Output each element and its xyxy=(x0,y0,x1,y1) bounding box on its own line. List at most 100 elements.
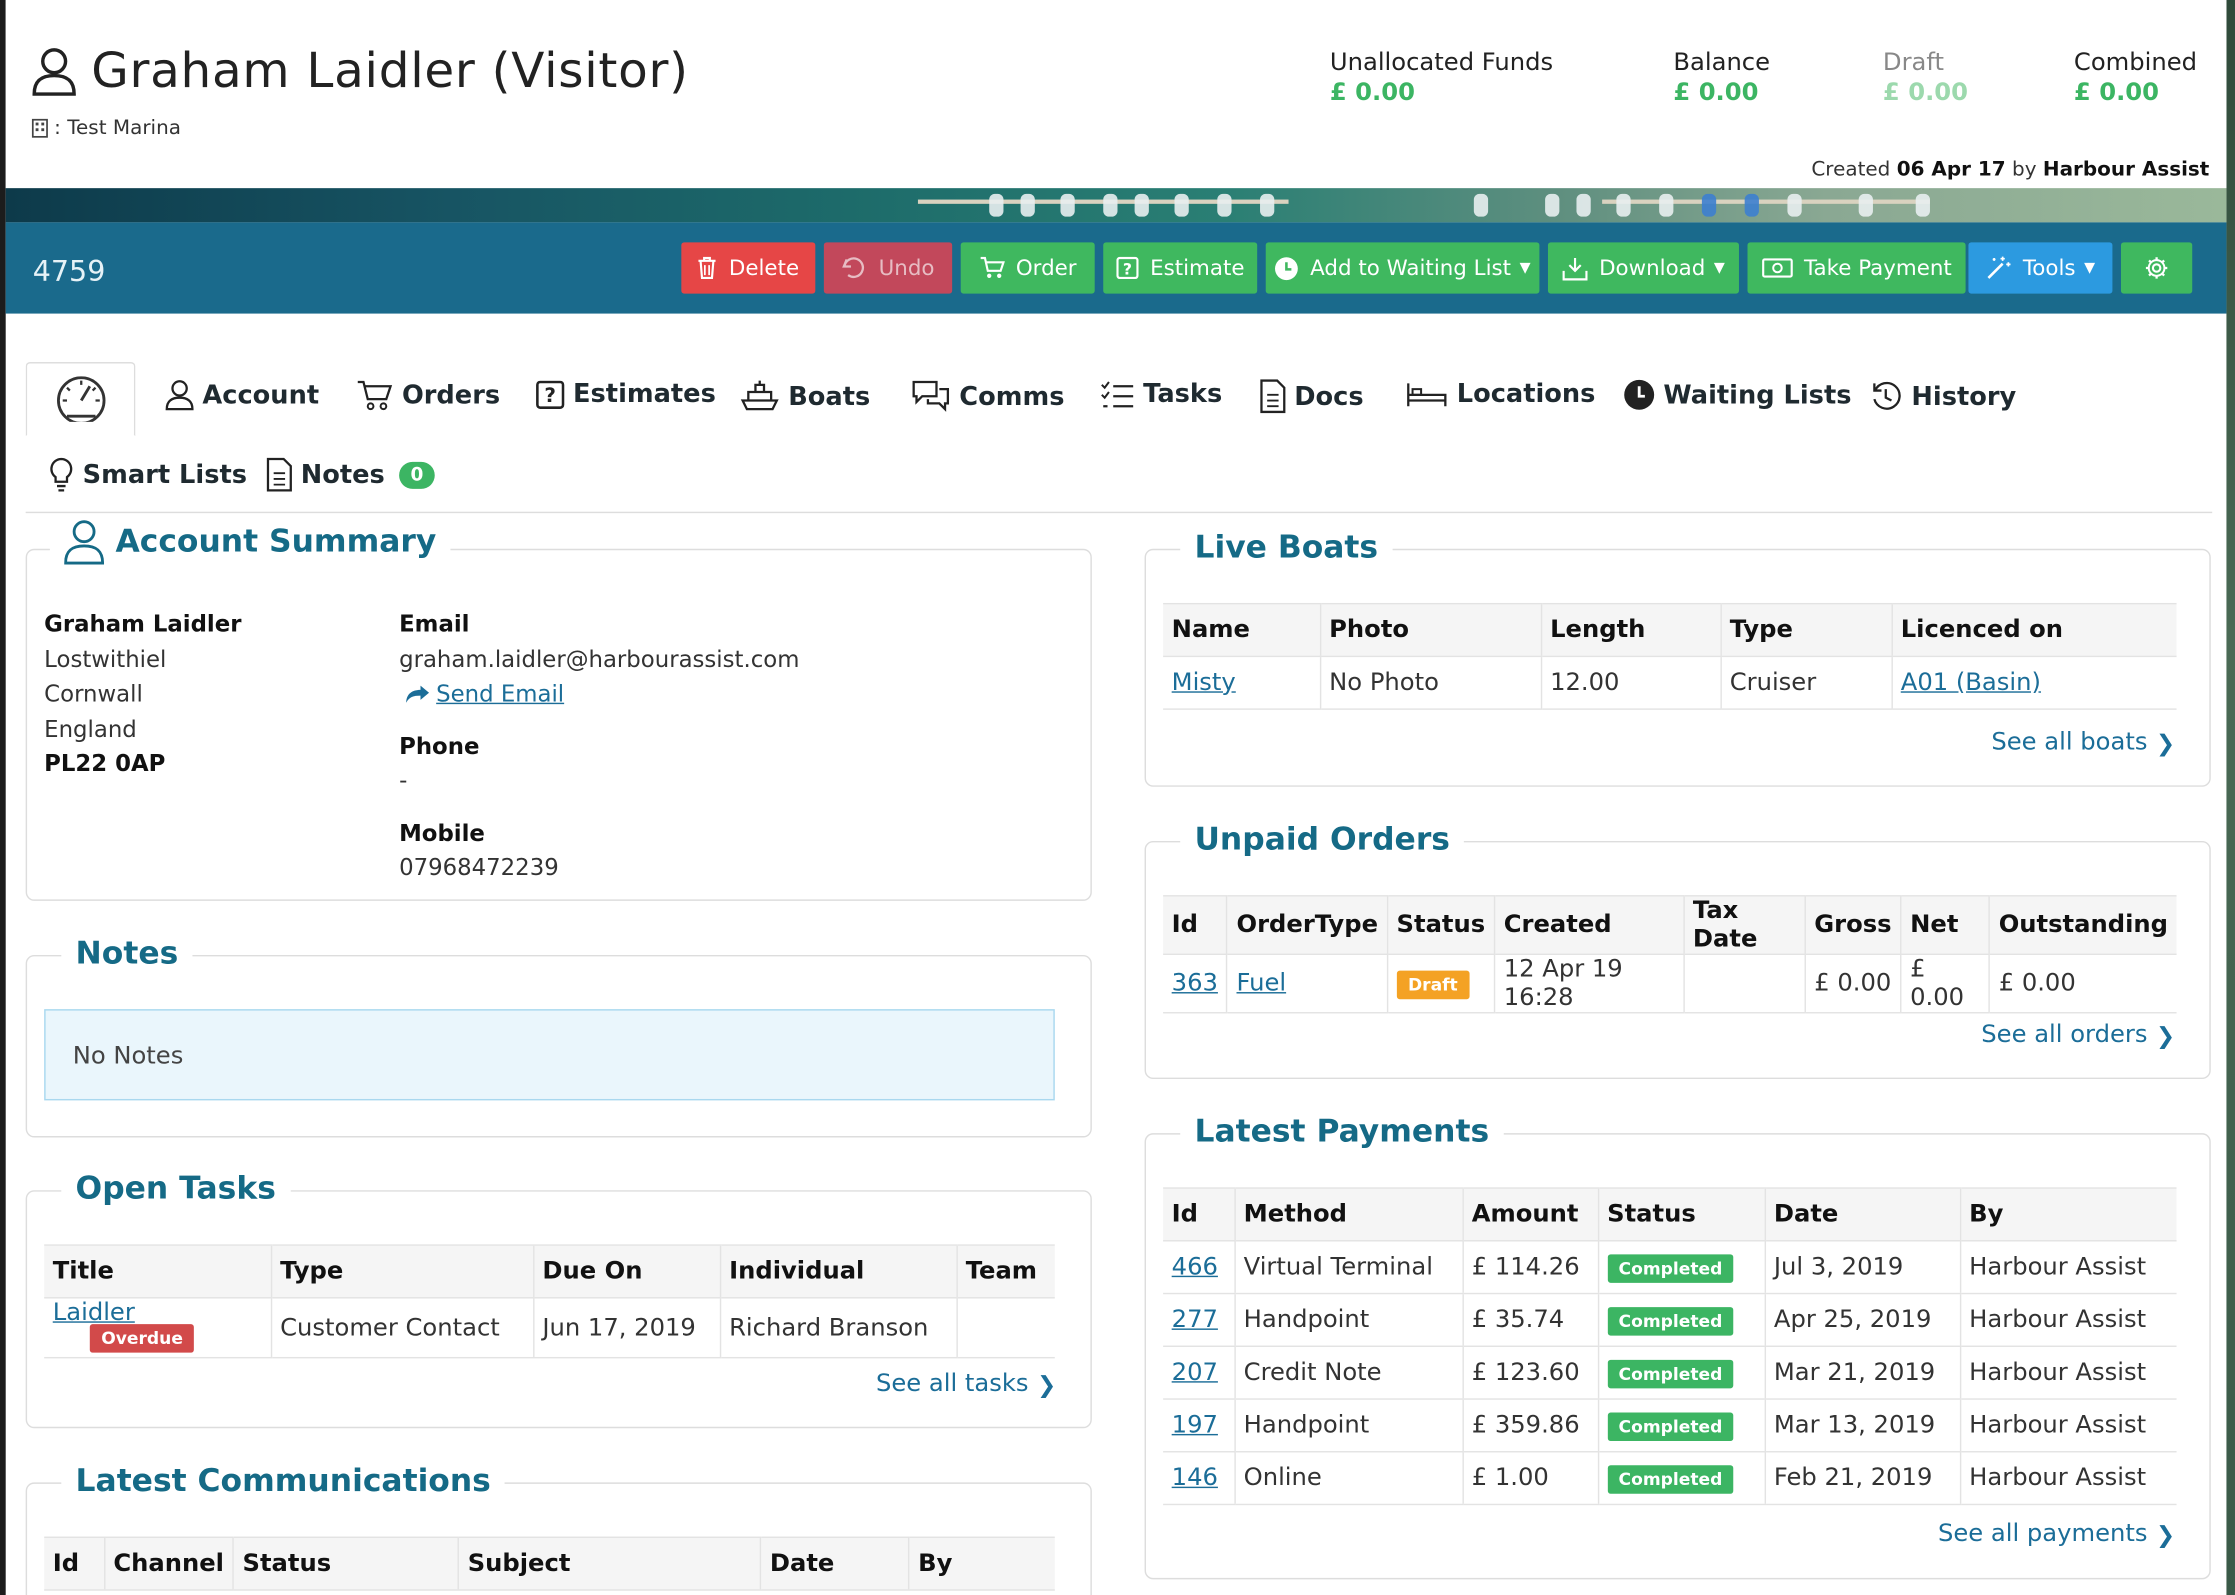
tab-label: Notes xyxy=(300,459,385,490)
tab-history[interactable]: History xyxy=(1869,379,2017,413)
panel-title-text: Latest Payments xyxy=(1194,1114,1490,1151)
tab-comms[interactable]: Comms xyxy=(911,379,1064,413)
share-arrow-icon xyxy=(406,685,430,704)
table-row: 207 Credit Note £ 123.60 Completed Mar 2… xyxy=(1163,1346,2177,1400)
delete-button[interactable]: Delete xyxy=(681,242,816,294)
latest-payments-title: Latest Payments xyxy=(1180,1114,1504,1151)
estimate-label: Estimate xyxy=(1150,255,1245,281)
order-id-link[interactable]: 363 xyxy=(1172,969,1218,998)
bed-icon xyxy=(1407,382,1447,406)
tab-account[interactable]: Account xyxy=(165,379,320,411)
created-by: Harbour Assist xyxy=(2042,158,2210,182)
boat-photo: No Photo xyxy=(1319,656,1541,710)
payment-by: Harbour Assist xyxy=(1959,1399,2177,1453)
tab-label: Estimates xyxy=(573,379,716,410)
tab-label: History xyxy=(1911,381,2017,412)
table-row: LaidlerOverdue Customer Contact Jun 17, … xyxy=(44,1297,1055,1359)
payment-id-link[interactable]: 466 xyxy=(1172,1253,1218,1282)
tab-waiting-lists[interactable]: Waiting Lists xyxy=(1624,379,1852,410)
table-row: Misty No Photo 12.00 Cruiser A01 (Basin) xyxy=(1163,656,2177,710)
tab-tasks[interactable]: Tasks xyxy=(1100,379,1222,409)
dashboard-gauge-icon xyxy=(56,376,105,422)
tab-divider xyxy=(25,511,2213,514)
order-type-link[interactable]: Fuel xyxy=(1236,969,1286,998)
table-header-row: Id Method Amount Status Date By xyxy=(1163,1187,2177,1242)
see-all-payments-link[interactable]: See all payments ❯ xyxy=(1938,1519,2175,1548)
open-tasks-panel: Open Tasks Title Type Due On Individual … xyxy=(25,1171,1092,1429)
take-payment-button[interactable]: Take Payment xyxy=(1747,242,1966,294)
tab-notes[interactable]: Notes 0 xyxy=(266,457,435,492)
payment-date: Feb 21, 2019 xyxy=(1763,1451,1960,1506)
column-header: By xyxy=(1959,1187,2177,1242)
address-line: England xyxy=(44,714,137,742)
table-header-row: Id OrderType Status Created Tax Date Gro… xyxy=(1163,895,2177,956)
mobile-label: Mobile xyxy=(399,818,485,846)
payment-id-link[interactable]: 197 xyxy=(1172,1411,1218,1440)
tab-label: Smart Lists xyxy=(82,459,248,490)
task-type: Customer Contact xyxy=(270,1297,534,1359)
communications-table: Id Channel Status Subject Date By xyxy=(44,1536,1055,1591)
status-badge: Completed xyxy=(1607,1464,1734,1494)
ship-icon xyxy=(740,380,779,411)
download-label: Download xyxy=(1599,255,1706,281)
panel-title-text: Unpaid Orders xyxy=(1194,822,1450,859)
tab-label: Account xyxy=(202,379,320,410)
order-button[interactable]: Order xyxy=(960,242,1095,294)
unpaid-orders-title: Unpaid Orders xyxy=(1180,822,1465,859)
latest-communications-panel: Latest Communications Id Channel Status … xyxy=(25,1463,1092,1595)
tab-dashboard[interactable] xyxy=(25,362,136,437)
payment-amount: £ 35.74 xyxy=(1461,1293,1598,1347)
tab-estimates[interactable]: ? Estimates xyxy=(536,379,716,409)
column-header: Photo xyxy=(1319,602,1541,658)
table-row: 466 Virtual Terminal £ 114.26 Completed … xyxy=(1163,1240,2177,1295)
link-text: See all payments xyxy=(1937,1519,2148,1548)
payment-id-link[interactable]: 146 xyxy=(1172,1464,1218,1493)
payment-id-link[interactable]: 277 xyxy=(1172,1306,1218,1335)
document-icon xyxy=(1260,379,1286,414)
chevron-right-icon: ❯ xyxy=(2156,729,2176,757)
column-header: Status xyxy=(1597,1187,1765,1242)
column-header: Id xyxy=(1163,1187,1235,1242)
account-summary-title: Account Summary xyxy=(49,518,451,565)
page-title: Graham Laidler (Visitor) xyxy=(91,42,689,100)
table-row: 197 Handpoint £ 359.86 Completed Mar 13,… xyxy=(1163,1399,2177,1453)
tab-boats[interactable]: Boats xyxy=(740,379,870,413)
tab-locations[interactable]: Locations xyxy=(1405,379,1595,409)
record-toolbar: 4759 Delete Undo Order ? Estimate Add to… xyxy=(5,222,2227,314)
see-all-boats-link[interactable]: See all boats ❯ xyxy=(1991,728,2175,757)
status-badge: Draft xyxy=(1396,969,1470,999)
column-header: Type xyxy=(270,1244,534,1299)
tab-orders[interactable]: Orders xyxy=(356,379,500,411)
payment-amount: £ 114.26 xyxy=(1461,1240,1598,1295)
undo-icon xyxy=(842,257,865,279)
download-button[interactable]: Download ▼ xyxy=(1547,242,1739,294)
column-header: OrderType xyxy=(1226,895,1388,956)
see-all-orders-link[interactable]: See all orders ❯ xyxy=(1981,1021,2175,1050)
boat-name-link[interactable]: Misty xyxy=(1172,669,1236,698)
status-badge: Completed xyxy=(1607,1306,1734,1335)
column-header: Status xyxy=(232,1536,459,1591)
column-header: Method xyxy=(1233,1187,1463,1242)
estimate-button[interactable]: ? Estimate xyxy=(1103,242,1258,294)
see-all-tasks-link[interactable]: See all tasks ❯ xyxy=(876,1370,1056,1399)
tools-button[interactable]: Tools ▼ xyxy=(1968,242,2113,294)
tab-docs[interactable]: Docs xyxy=(1260,379,1364,414)
licence-location-link[interactable]: A01 (Basin) xyxy=(1901,669,2041,698)
user-icon xyxy=(165,380,194,411)
column-header: Team xyxy=(955,1244,1055,1299)
undo-button[interactable]: Undo xyxy=(823,242,953,294)
customer-name: Graham Laidler xyxy=(44,610,242,638)
live-boats-title: Live Boats xyxy=(1180,530,1393,566)
add-to-waiting-list-button[interactable]: Add to Waiting List ▼ xyxy=(1265,242,1540,294)
column-header: Date xyxy=(1763,1187,1960,1242)
tab-smart-lists[interactable]: Smart Lists xyxy=(48,457,248,492)
fund-unallocated: Unallocated Funds £ 0.00 xyxy=(1330,48,1553,106)
payment-method: Virtual Terminal xyxy=(1233,1240,1463,1295)
send-email-link[interactable]: Send Email xyxy=(399,677,799,712)
marina-label: : Test Marina xyxy=(54,116,181,140)
payment-id-link[interactable]: 207 xyxy=(1172,1358,1218,1387)
marina-photo-banner xyxy=(5,188,2227,223)
task-title-link[interactable]: Laidler xyxy=(53,1299,135,1328)
payment-method: Credit Note xyxy=(1233,1346,1463,1400)
settings-button[interactable] xyxy=(2120,242,2193,294)
